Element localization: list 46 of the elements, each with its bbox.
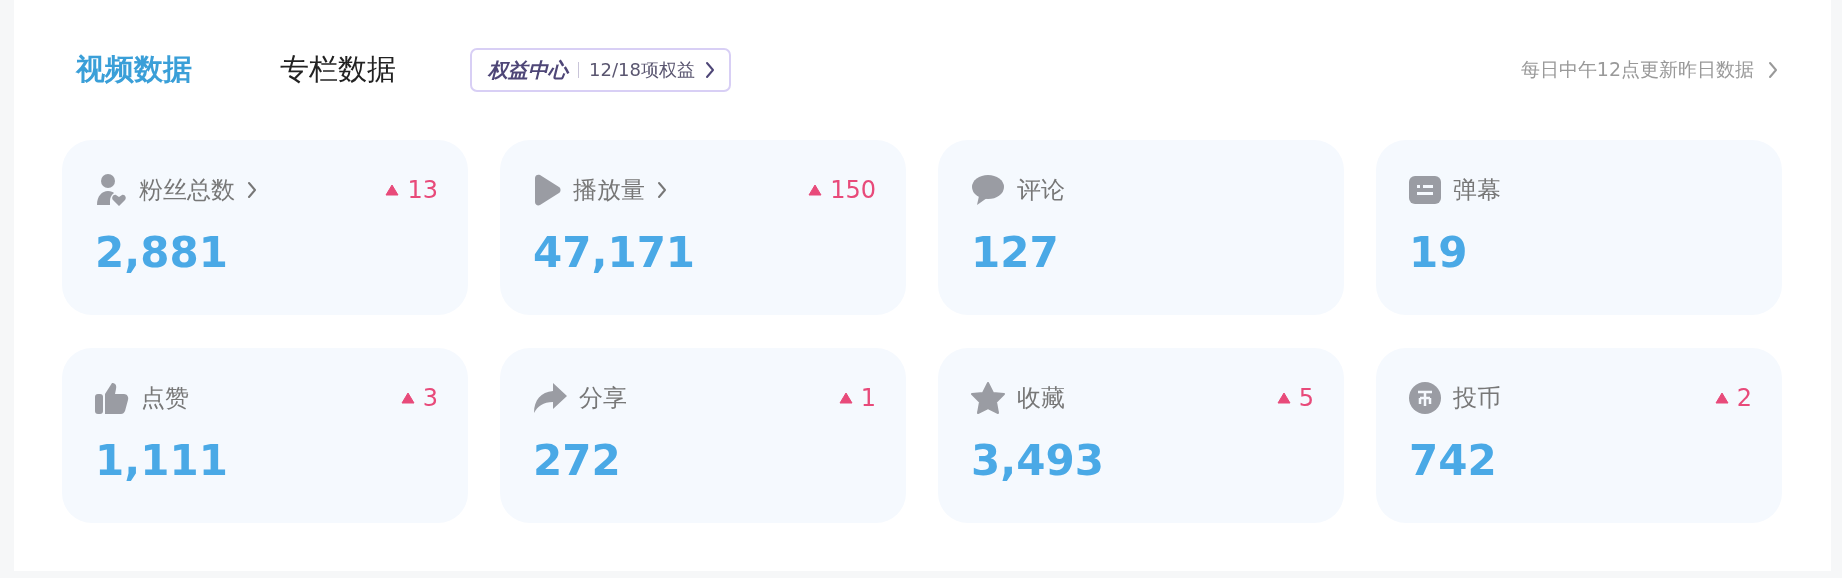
coin-icon (1409, 382, 1441, 414)
share-arrow-icon (533, 383, 567, 413)
stat-label: 评论 (1017, 175, 1065, 206)
stat-value: 47,171 (533, 228, 697, 277)
update-note-link[interactable]: 每日中午12点更新昨日数据 (1520, 57, 1782, 83)
stat-value: 3,493 (971, 436, 1105, 485)
tab[interactable]: 视频数据 (76, 50, 192, 90)
up-triangle-icon (808, 184, 823, 196)
stat-value: 742 (1409, 436, 1498, 485)
benefits-title: 权益中心 (488, 56, 568, 84)
speech-bubble-icon (971, 174, 1005, 206)
chevron-icon (1768, 61, 1778, 79)
tab[interactable]: 专栏数据 (280, 50, 396, 90)
stat-label: 投币 (1453, 383, 1501, 414)
stat-value: 2,881 (95, 228, 229, 277)
stat-change: 150 (830, 176, 876, 204)
stat-change: 1 (860, 384, 876, 412)
stat-label-link[interactable]: 粉丝总数 (139, 174, 257, 206)
stat-value: 272 (533, 436, 622, 485)
stat-label: 点赞 (141, 383, 189, 414)
user-heart-icon (95, 173, 127, 207)
benefits-badge[interactable]: 权益中心 12/18项权益 (470, 48, 731, 92)
up-triangle-icon (1714, 392, 1729, 404)
up-triangle-icon (400, 392, 415, 404)
stat-change: 5 (1298, 384, 1314, 412)
up-triangle-icon (1276, 392, 1291, 404)
up-triangle-icon (385, 184, 400, 196)
chevron-icon (704, 61, 715, 79)
stat-label-link[interactable]: 播放量 (573, 174, 667, 206)
stat-value: 1,111 (95, 436, 229, 485)
stat-label: 收藏 (1017, 383, 1065, 414)
stat-label: 分享 (579, 383, 627, 414)
play-icon (533, 174, 561, 206)
up-triangle-icon (838, 392, 853, 404)
stat-change: 3 (422, 384, 438, 412)
stat-value: 127 (971, 228, 1060, 277)
chevron-icon (247, 181, 257, 199)
stat-label: 弹幕 (1453, 175, 1501, 206)
chevron-icon (657, 181, 667, 199)
stat-change: 13 (407, 176, 438, 204)
message-list-icon (1409, 176, 1441, 204)
benefits-count: 12/18项权益 (589, 58, 695, 82)
stat-value: 19 (1409, 228, 1469, 277)
star-icon (971, 382, 1005, 414)
stat-change: 2 (1736, 384, 1752, 412)
thumbs-up-icon (95, 382, 129, 414)
